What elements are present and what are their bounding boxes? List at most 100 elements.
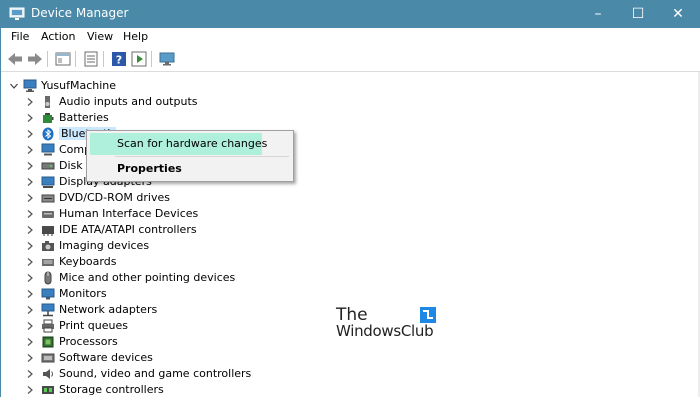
tree-node-label: DVD/CD-ROM drives [59,191,170,204]
tree-node-hid[interactable]: Human Interface Devices [1,206,681,222]
chevron-right-icon[interactable] [25,289,35,299]
chevron-right-icon[interactable] [25,97,35,107]
tree-node-dvd-drives[interactable]: DVD/CD-ROM drives [1,190,681,206]
chevron-right-icon[interactable] [25,209,35,219]
context-menu: Scan for hardware changes Properties [86,130,294,182]
monitor-scan-icon[interactable] [158,50,176,68]
sound-icon [43,369,53,379]
properties-icon[interactable] [82,50,100,68]
tree-node-label: Keyboards [59,255,117,268]
tree-node-sound-video[interactable]: Sound, video and game controllers [1,366,681,382]
chevron-right-icon[interactable] [25,145,35,155]
chevron-right-icon[interactable] [25,321,35,331]
toolbar-separator [75,51,76,67]
device-manager-icon [9,7,25,20]
properties-item[interactable]: Properties [90,158,262,180]
computer-icon [23,79,37,92]
chevron-right-icon[interactable] [25,385,35,395]
context-menu-label: Properties [117,162,182,175]
monitor-icon [41,288,55,300]
chevron-right-icon[interactable] [25,129,35,139]
tree-node-label: Print queues [59,319,128,332]
printer-icon [42,319,54,333]
ide-controller-icon [42,226,54,236]
tree-node-label: Storage controllers [59,383,164,396]
chevron-right-icon[interactable] [25,273,35,283]
tree-node-label: Imaging devices [59,239,150,252]
svg-text:?: ? [116,54,122,67]
forward-arrow-icon[interactable] [26,50,44,68]
tree-node-label: Mice and other pointing devices [59,271,236,284]
chevron-right-icon[interactable] [25,257,35,267]
chevron-right-icon[interactable] [25,241,35,251]
watermark-line2: WindowsClub [336,322,434,340]
close-button[interactable]: ✕ [655,0,700,28]
device-tree: YusufMachine Audio inputs and outputs Ba… [1,72,700,397]
tree-node-audio[interactable]: Audio inputs and outputs [1,94,681,110]
title-bar[interactable]: Device Manager – ☐ ✕ [1,0,700,28]
mouse-icon [44,271,52,285]
tree-node-label: Software devices [59,351,153,364]
chevron-right-icon[interactable] [25,305,35,315]
chevron-right-icon[interactable] [25,337,35,347]
tree-node-software-devices[interactable]: Software devices [1,350,681,366]
tree-node-mice[interactable]: Mice and other pointing devices [1,270,681,286]
display-adapter-icon [41,176,55,188]
chevron-right-icon[interactable] [25,177,35,187]
battery-icon [43,113,54,123]
tree-node-label: Human Interface Devices [59,207,199,220]
chevron-right-icon[interactable] [25,193,35,203]
toolbar-separator [47,51,48,67]
network-adapter-icon [41,303,55,317]
tree-root-label: YusufMachine [41,79,117,92]
scan-for-hardware-changes-item[interactable]: Scan for hardware changes [90,133,267,155]
tree-node-label: Batteries [59,111,109,124]
toolbar: ? [1,47,700,72]
tree-root-node[interactable]: YusufMachine [1,78,681,94]
menu-action[interactable]: Action [41,30,75,43]
menu-bar: File Action View Help [1,28,700,47]
device-manager-window: Device Manager – ☐ ✕ File Action View He… [0,0,700,397]
bluetooth-icon [42,127,54,141]
tree-node-imaging[interactable]: Imaging devices [1,238,681,254]
back-arrow-icon[interactable] [6,50,24,68]
storage-controller-icon [42,386,54,394]
tree-node-label: Sound, video and game controllers [59,367,252,380]
processor-icon [42,336,54,348]
help-icon[interactable]: ? [110,50,128,68]
tree-node-keyboards[interactable]: Keyboards [1,254,681,270]
watermark-logo-icon [420,307,436,323]
chevron-right-icon[interactable] [25,113,35,123]
menu-help[interactable]: Help [123,30,148,43]
context-menu-label: Scan for hardware changes [117,137,268,150]
camera-icon [42,241,54,251]
watermark: The WindowsClub [336,305,446,345]
chevron-down-icon[interactable] [9,81,19,91]
computer-icon [41,143,55,156]
tree-node-storage-controllers[interactable]: Storage controllers [1,382,681,397]
tree-node-label: Processors [59,335,118,348]
menu-view[interactable]: View [87,30,113,43]
dvd-drive-icon [41,194,55,203]
tree-node-label: Monitors [59,287,107,300]
chevron-right-icon[interactable] [25,225,35,235]
chevron-right-icon[interactable] [25,353,35,363]
tree-node-label: Audio inputs and outputs [59,95,198,108]
disk-drive-icon [41,162,55,170]
software-device-icon [41,353,55,363]
keyboard-icon [42,259,54,266]
speaker-icon [45,96,50,108]
tree-node-label: IDE ATA/ATAPI controllers [59,223,197,236]
menu-file[interactable]: File [11,30,29,43]
context-menu-separator [115,156,289,157]
tree-node-batteries[interactable]: Batteries [1,110,681,126]
toolbar-separator [103,51,104,67]
run-icon[interactable] [130,50,148,68]
tree-node-ide-controllers[interactable]: IDE ATA/ATAPI controllers [1,222,681,238]
chevron-right-icon[interactable] [25,369,35,379]
show-hide-console-tree-icon[interactable] [54,50,72,68]
tree-node-monitors[interactable]: Monitors [1,286,681,302]
tree-node-label: Network adapters [59,303,158,316]
toolbar-separator [151,51,152,67]
chevron-right-icon[interactable] [25,161,35,171]
